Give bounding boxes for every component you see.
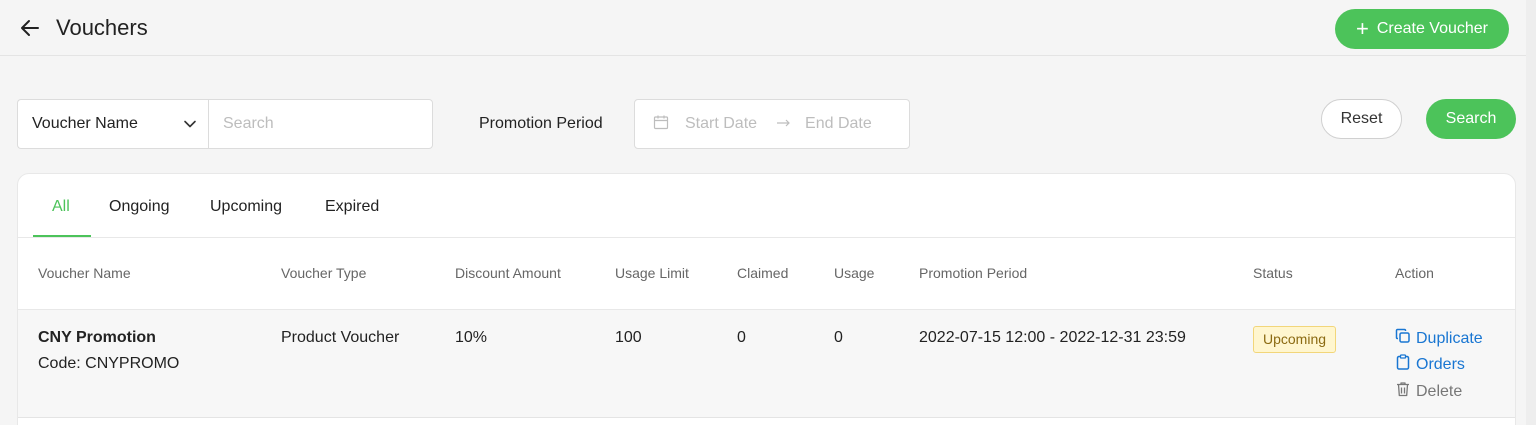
column-header: Action (1395, 265, 1434, 281)
search-input[interactable] (208, 99, 433, 149)
orders-link[interactable]: Orders (1395, 354, 1465, 375)
table-header: Voucher Name Voucher Type Discount Amoun… (18, 238, 1515, 310)
trash-icon (1395, 381, 1411, 402)
column-header: Claimed (737, 265, 789, 281)
column-header: Usage (834, 265, 875, 281)
voucher-code: Code: CNYPROMO (38, 355, 180, 372)
tab-upcoming[interactable]: Upcoming (210, 198, 282, 216)
page-title: Vouchers (56, 15, 148, 40)
top-bar: Vouchers + Create Voucher (0, 0, 1536, 56)
claimed-count: 0 (737, 329, 746, 346)
orders-label: Orders (1416, 355, 1465, 373)
tab-expired[interactable]: Expired (325, 198, 379, 216)
tab-all[interactable]: All (52, 198, 70, 216)
active-tab-indicator (33, 235, 91, 237)
end-date-field[interactable]: End Date (805, 115, 872, 133)
back-arrow-icon[interactable] (18, 16, 42, 40)
tab-ongoing[interactable]: Ongoing (109, 198, 170, 216)
promotion-period-label: Promotion Period (479, 115, 603, 132)
vouchers-card: All Ongoing Upcoming Expired Voucher Nam… (17, 173, 1516, 425)
voucher-type: Product Voucher (281, 329, 400, 346)
column-header: Usage Limit (615, 265, 689, 281)
usage-limit: 100 (615, 329, 642, 346)
reset-button[interactable]: Reset (1321, 99, 1402, 139)
duplicate-label: Duplicate (1416, 329, 1483, 347)
status-badge: Upcoming (1253, 326, 1337, 353)
duplicate-link[interactable]: Duplicate (1395, 328, 1483, 349)
delete-label: Delete (1416, 382, 1463, 400)
chevron-down-icon (183, 117, 197, 136)
usage-count: 0 (834, 329, 843, 346)
status-tabs: All Ongoing Upcoming Expired (18, 174, 1515, 238)
column-header: Voucher Name (38, 265, 131, 281)
page-scrollbar[interactable] (1526, 0, 1536, 425)
column-header: Discount Amount (455, 265, 561, 281)
table-row: CNY Promotion Code: CNYPROMO Product Vou… (18, 310, 1515, 418)
date-range-picker[interactable]: Start Date End Date (634, 99, 910, 149)
column-header: Status (1253, 265, 1293, 281)
create-voucher-label: Create Voucher (1376, 20, 1489, 37)
discount-amount: 10% (455, 329, 488, 346)
calendar-icon (653, 114, 669, 135)
column-header: Promotion Period (919, 265, 1028, 281)
filter-field-value: Voucher Name (32, 115, 138, 132)
plus-icon: + (1355, 16, 1369, 41)
clipboard-icon (1395, 354, 1411, 375)
promotion-period: 2022-07-15 12:00 - 2022-12-31 23:59 (919, 329, 1186, 346)
start-date-field[interactable]: Start Date (685, 115, 757, 133)
search-button[interactable]: Search (1426, 99, 1516, 139)
column-header: Voucher Type (281, 265, 367, 281)
filter-field-select[interactable]: Voucher Name (17, 99, 209, 149)
voucher-name: CNY Promotion (38, 329, 156, 346)
arrow-right-icon (777, 115, 791, 133)
copy-icon (1395, 328, 1411, 349)
create-voucher-button[interactable]: + Create Voucher (1335, 9, 1509, 49)
delete-link[interactable]: Delete (1395, 381, 1462, 402)
